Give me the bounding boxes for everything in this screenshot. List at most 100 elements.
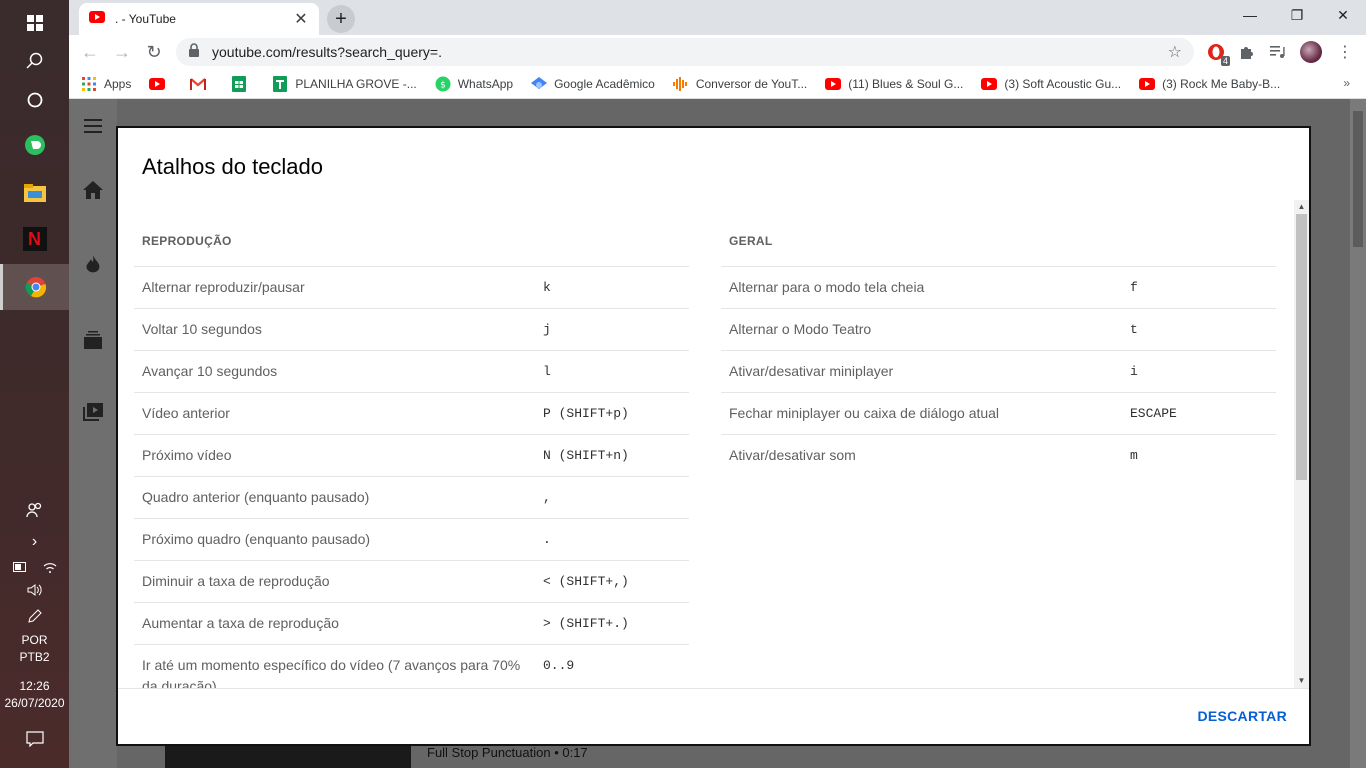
forward-icon[interactable]: → (109, 39, 135, 65)
bookmark-sheets[interactable] (231, 75, 254, 92)
shortcut-row: Próximo vídeo N (SHIFT+n) (134, 434, 689, 476)
bookmark-whatsapp[interactable]: $ WhatsApp (435, 76, 513, 92)
back-icon[interactable]: ← (77, 39, 103, 65)
input-language-bottom[interactable]: PTB2 (0, 649, 69, 666)
bookmark-conversor[interactable]: Conversor de YouT... (672, 76, 807, 92)
cortana-icon[interactable] (0, 77, 69, 123)
restore-icon[interactable]: ❐ (1274, 0, 1320, 30)
shortcut-key: N (SHIFT+n) (543, 448, 629, 463)
shortcut-row: Alternar reproduzir/pausar k (134, 266, 689, 308)
bookmark-planilha-grove[interactable]: PLANILHA GROVE -... (272, 75, 417, 92)
chrome-taskbar-icon[interactable] (0, 264, 69, 310)
youtube-icon (825, 76, 842, 92)
svg-text:$: $ (440, 80, 446, 90)
bookmark-label: WhatsApp (457, 76, 514, 91)
bookmark-label: (3) Rock Me Baby-B... (1162, 76, 1281, 91)
profile-avatar[interactable] (1299, 40, 1323, 64)
bookmark-gmail[interactable] (190, 76, 213, 92)
shortcut-key: 0..9 (543, 658, 575, 673)
scroll-down-arrow-icon[interactable]: ▼ (1294, 674, 1309, 688)
minimize-icon[interactable]: — (1227, 0, 1273, 30)
dismiss-button[interactable]: DESCARTAR (1197, 708, 1287, 724)
windows-taskbar: N › POR PTB2 12:26 26/07/2020 (0, 0, 69, 768)
chevron-right-icon[interactable]: › (0, 532, 69, 552)
page-scrollbar-thumb[interactable] (1353, 111, 1363, 247)
chrome-menu-icon[interactable]: ⋮ (1333, 40, 1357, 64)
dialog-scrollbar-thumb[interactable] (1296, 214, 1307, 480)
bookmark-youtube[interactable] (149, 76, 172, 92)
scroll-up-arrow-icon[interactable]: ▲ (1294, 200, 1309, 214)
extension-opera-icon[interactable]: 4 (1204, 40, 1230, 66)
youtube-icon (981, 76, 998, 92)
shortcut-row: Alternar para o modo tela cheia f (721, 266, 1276, 308)
youtube-favicon-icon (89, 10, 105, 28)
tray-battery-wifi[interactable] (0, 558, 69, 576)
dialog-body: REPRODUÇÃO Alternar reproduzir/pausar k V… (118, 200, 1294, 688)
shortcut-key: i (1130, 364, 1138, 379)
bookmark-google-academico[interactable]: Google Acadêmico (531, 76, 655, 92)
section-heading: REPRODUÇÃO (142, 234, 232, 248)
shortcut-row: Próximo quadro (enquanto pausado). (134, 518, 689, 560)
bookmark-rock-me-baby[interactable]: (3) Rock Me Baby-B... (1139, 76, 1280, 92)
shortcut-desc: Alternar reproduzir/pausar (142, 279, 305, 295)
evernote-icon[interactable] (0, 122, 69, 168)
shortcut-row: Ativar/desativar miniplayer i (721, 350, 1276, 392)
shortcut-key: P (SHIFT+p) (543, 406, 629, 421)
youtube-icon (149, 76, 166, 92)
volume-icon[interactable] (0, 580, 69, 600)
shortcut-key: m (1130, 448, 1138, 463)
video-meta-text[interactable]: Full Stop Punctuation • 0:17 (427, 745, 588, 760)
shortcut-desc: Quadro anterior (enquanto pausado) (142, 489, 370, 505)
shortcut-desc: Ativar/desativar miniplayer (729, 363, 894, 379)
shortcut-desc: Voltar 10 segundos (142, 321, 262, 337)
menu-icon[interactable] (69, 119, 117, 135)
bookmarks-bar: Apps PLANILHA GROVE -... $ WhatsApp Goog… (69, 69, 1366, 99)
extensions-puzzle-icon[interactable] (1235, 40, 1259, 64)
close-window-icon[interactable]: ✕ (1320, 0, 1366, 30)
people-icon[interactable] (0, 500, 69, 520)
bookmark-soft-acoustic[interactable]: (3) Soft Acoustic Gu... (981, 76, 1121, 92)
clock-date[interactable]: 26/07/2020 (0, 695, 69, 712)
shortcut-desc: Próximo vídeo (142, 447, 232, 463)
browser-toolbar: ← → ↻ youtube.com/results?search_query=.… (69, 35, 1366, 69)
address-bar[interactable]: youtube.com/results?search_query=. ☆ (176, 38, 1194, 66)
dialog-scrollbar[interactable]: ▲ ▼ (1294, 200, 1309, 688)
page-scrollbar[interactable] (1350, 99, 1366, 768)
file-explorer-icon[interactable] (0, 170, 69, 216)
input-language-top[interactable]: POR (0, 632, 69, 649)
bookmark-label: Apps (104, 76, 132, 91)
pen-icon[interactable] (0, 607, 69, 627)
shortcut-row: Ativar/desativar som m (721, 434, 1276, 476)
media-control-icon[interactable] (1266, 40, 1290, 64)
subscriptions-icon[interactable] (69, 331, 117, 351)
lock-icon[interactable] (188, 42, 200, 62)
sheets-icon (231, 75, 247, 92)
shortcut-row: Avançar 10 segundos l (134, 350, 689, 392)
bookmarks-overflow-icon[interactable]: » (1343, 76, 1350, 90)
close-tab-icon[interactable]: ✕ (293, 9, 309, 29)
bookmark-apps[interactable]: Apps (81, 76, 131, 92)
library-icon[interactable] (69, 403, 117, 423)
shortcut-row: Fechar miniplayer ou caixa de diálogo at… (721, 392, 1276, 434)
netflix-icon[interactable]: N (0, 216, 69, 262)
bookmark-blues-soul[interactable]: (11) Blues & Soul G... (825, 76, 963, 92)
home-icon[interactable] (69, 181, 117, 201)
tab-youtube[interactable]: . - YouTube ✕ (79, 3, 319, 35)
shortcut-key: t (1130, 322, 1138, 337)
reload-icon[interactable]: ↻ (141, 39, 167, 65)
bookmark-star-icon[interactable]: ☆ (1168, 42, 1182, 62)
planilha-icon (272, 75, 288, 92)
dialog-title: Atalhos do teclado (142, 154, 324, 179)
extension-badge: 4 (1220, 56, 1230, 66)
clock-time[interactable]: 12:26 (0, 678, 69, 695)
shortcut-desc: Diminuir a taxa de reprodução (142, 573, 330, 589)
new-tab-button[interactable]: + (327, 5, 355, 33)
shortcut-key: , (543, 490, 551, 505)
trending-icon[interactable] (69, 255, 117, 277)
url-text[interactable]: youtube.com/results?search_query=. (212, 44, 1168, 60)
youtube-sidebar (69, 99, 117, 768)
shortcut-desc: Vídeo anterior (142, 405, 230, 421)
notifications-icon[interactable] (0, 728, 69, 750)
shortcut-key: l (543, 364, 551, 379)
shortcut-row: Vídeo anterior P (SHIFT+p) (134, 392, 689, 434)
